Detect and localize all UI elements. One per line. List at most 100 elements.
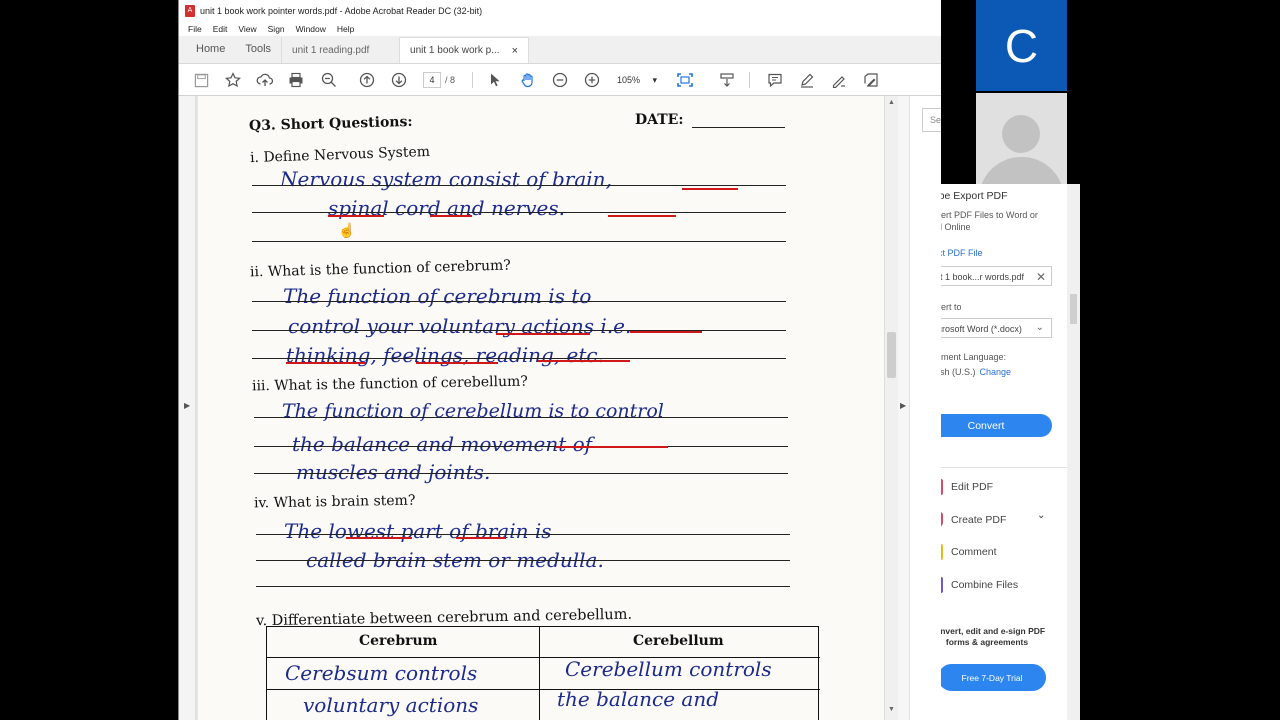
tab-bar: Home Tools unit 1 reading.pdf unit 1 boo… bbox=[179, 36, 941, 64]
ruled-line bbox=[252, 212, 786, 213]
participant-video-tile[interactable] bbox=[976, 93, 1067, 184]
doc-tab-label: unit 1 reading.pdf bbox=[292, 44, 370, 56]
menu-edit[interactable]: Edit bbox=[213, 24, 228, 34]
toolbar: 4 / 8 105% ▾ bbox=[179, 64, 941, 96]
panel-divider bbox=[941, 467, 1069, 468]
document-language-label: Document Language: bbox=[941, 352, 1007, 362]
close-tab-icon[interactable]: × bbox=[512, 45, 518, 57]
export-title: Adobe Export PDF bbox=[941, 190, 1008, 202]
toolbar-separator bbox=[749, 72, 750, 88]
menu-view[interactable]: View bbox=[238, 24, 256, 34]
hand-cursor-icon: ☝ bbox=[338, 222, 356, 238]
panel-scrollbar-thumb[interactable] bbox=[1070, 294, 1077, 324]
menu-file[interactable]: File bbox=[188, 24, 202, 34]
underline-mark bbox=[556, 446, 668, 448]
page-number-input[interactable]: 4 bbox=[423, 72, 441, 88]
previous-page-icon[interactable] bbox=[357, 70, 377, 90]
doc-tab-reading[interactable]: unit 1 reading.pdf bbox=[281, 37, 399, 63]
tool-comment[interactable]: Comment bbox=[941, 544, 997, 560]
tab-home[interactable]: Home bbox=[179, 43, 235, 63]
selected-file-field[interactable]: unit 1 book...r words.pdf ✕ bbox=[941, 266, 1052, 286]
panel-scrollbar[interactable] bbox=[1067, 184, 1080, 720]
question-3: iii. What is the function of cerebellum? bbox=[251, 373, 528, 395]
comment-tool-icon bbox=[941, 544, 943, 560]
menu-help[interactable]: Help bbox=[337, 24, 354, 34]
expand-left-panel-icon[interactable]: ▶ bbox=[184, 401, 190, 410]
selected-file-name: unit 1 book...r words.pdf bbox=[941, 272, 1025, 282]
menu-window[interactable]: Window bbox=[296, 24, 326, 34]
export-description: Convert PDF Files to Word or Excel Onlin… bbox=[941, 210, 1038, 232]
collapse-right-panel-icon[interactable]: ▶ bbox=[900, 401, 906, 410]
print-icon[interactable] bbox=[286, 70, 306, 90]
toolbar-separator bbox=[472, 72, 473, 88]
answer-1-line-1: Nervous system consist of brain, bbox=[280, 167, 612, 191]
page-fit-icon[interactable] bbox=[675, 70, 695, 90]
hand-tool-icon[interactable] bbox=[518, 70, 538, 90]
select-cursor-icon[interactable] bbox=[485, 70, 505, 90]
next-page-icon[interactable] bbox=[389, 70, 409, 90]
fill-sign-icon[interactable] bbox=[861, 70, 881, 90]
acrobat-window: A unit 1 book work pointer words.pdf - A… bbox=[178, 0, 941, 720]
tool-edit-pdf[interactable]: Edit PDF bbox=[941, 479, 993, 495]
doc-tab-book-work[interactable]: unit 1 book work p... × bbox=[399, 37, 530, 63]
convert-format-select[interactable]: Microsoft Word (*.docx) ⌄ bbox=[941, 318, 1052, 338]
zoom-out-search-icon[interactable] bbox=[319, 70, 339, 90]
ruled-line bbox=[252, 358, 786, 359]
zoom-level-select[interactable]: 105% ▾ bbox=[613, 72, 661, 88]
scroll-down-icon[interactable]: ▼ bbox=[888, 706, 895, 713]
tool-label: Edit PDF bbox=[951, 481, 994, 493]
menu-sign[interactable]: Sign bbox=[268, 24, 285, 34]
save-icon[interactable] bbox=[191, 70, 211, 90]
question-2: ii. What is the function of cerebrum? bbox=[249, 257, 512, 281]
highlight-pen-icon[interactable] bbox=[797, 70, 817, 90]
tool-combine-files[interactable]: Combine Files bbox=[941, 577, 1018, 593]
upload-cloud-icon[interactable] bbox=[255, 70, 275, 90]
ruled-line bbox=[252, 301, 786, 302]
select-pdf-link[interactable]: Select PDF File bbox=[941, 248, 983, 258]
tools-search-input[interactable]: Se bbox=[922, 108, 941, 132]
sign-icon[interactable] bbox=[829, 70, 849, 90]
tools-pane: Se bbox=[909, 96, 941, 720]
underline-mark bbox=[430, 215, 472, 217]
chevron-down-icon[interactable]: ⌄ bbox=[1037, 510, 1045, 521]
window-title: unit 1 book work pointer words.pdf - Ado… bbox=[200, 5, 483, 16]
clear-file-icon[interactable]: ✕ bbox=[1036, 270, 1046, 284]
question-1: i. Define Nervous System bbox=[249, 143, 431, 167]
free-trial-button[interactable]: Free 7-Day Trial bbox=[941, 664, 1046, 691]
table-cell: the balance and bbox=[557, 687, 720, 711]
tool-create-pdf[interactable]: Create PDF bbox=[941, 512, 1006, 528]
doc-tab-label: unit 1 book work p... bbox=[410, 45, 500, 56]
comment-icon[interactable] bbox=[765, 70, 785, 90]
answer-3-line-1: The function of cerebellum is to control bbox=[282, 400, 664, 422]
document-language-row: English (U.S.) Change bbox=[941, 367, 1011, 377]
right-panel-rail: ▶ bbox=[898, 96, 909, 720]
table-header-cerebellum: Cerebellum bbox=[633, 633, 724, 649]
underline-mark bbox=[346, 537, 412, 539]
zoom-in-icon[interactable] bbox=[582, 70, 602, 90]
table-header-cerebrum: Cerebrum bbox=[359, 633, 438, 649]
page-total: / 8 bbox=[445, 75, 456, 85]
underline-mark bbox=[682, 188, 738, 190]
change-language-link[interactable]: Change bbox=[980, 367, 1012, 377]
answer-3-line-2: the balance and movement of bbox=[292, 432, 593, 456]
ruled-line bbox=[254, 446, 788, 447]
scrollbar-thumb[interactable] bbox=[887, 332, 896, 378]
date-line bbox=[692, 127, 785, 128]
bookmark-star-icon[interactable] bbox=[223, 70, 243, 90]
convert-button[interactable]: Convert bbox=[941, 414, 1052, 437]
ruled-line bbox=[252, 330, 786, 331]
menu-bar: File Edit View Sign Window Help bbox=[179, 21, 941, 36]
ruled-line bbox=[256, 586, 790, 587]
scroll-up-icon[interactable]: ▲ bbox=[888, 99, 895, 106]
underline-mark bbox=[328, 215, 384, 217]
chevron-down-icon: ⌄ bbox=[1035, 322, 1044, 333]
document-viewport[interactable]: Q3. Short Questions: DATE: i. Define Ner… bbox=[196, 96, 884, 720]
scroll-mode-icon[interactable] bbox=[717, 70, 737, 90]
table-cell: Cerebellum controls bbox=[565, 657, 772, 681]
participant-initial-tile[interactable]: C bbox=[976, 0, 1067, 91]
edit-pdf-icon bbox=[941, 479, 943, 495]
zoom-out-icon[interactable] bbox=[550, 70, 570, 90]
tab-tools[interactable]: Tools bbox=[235, 43, 281, 63]
document-scrollbar[interactable]: ▲ ▼ bbox=[884, 96, 898, 720]
document-language-value: English (U.S.) bbox=[941, 367, 976, 377]
